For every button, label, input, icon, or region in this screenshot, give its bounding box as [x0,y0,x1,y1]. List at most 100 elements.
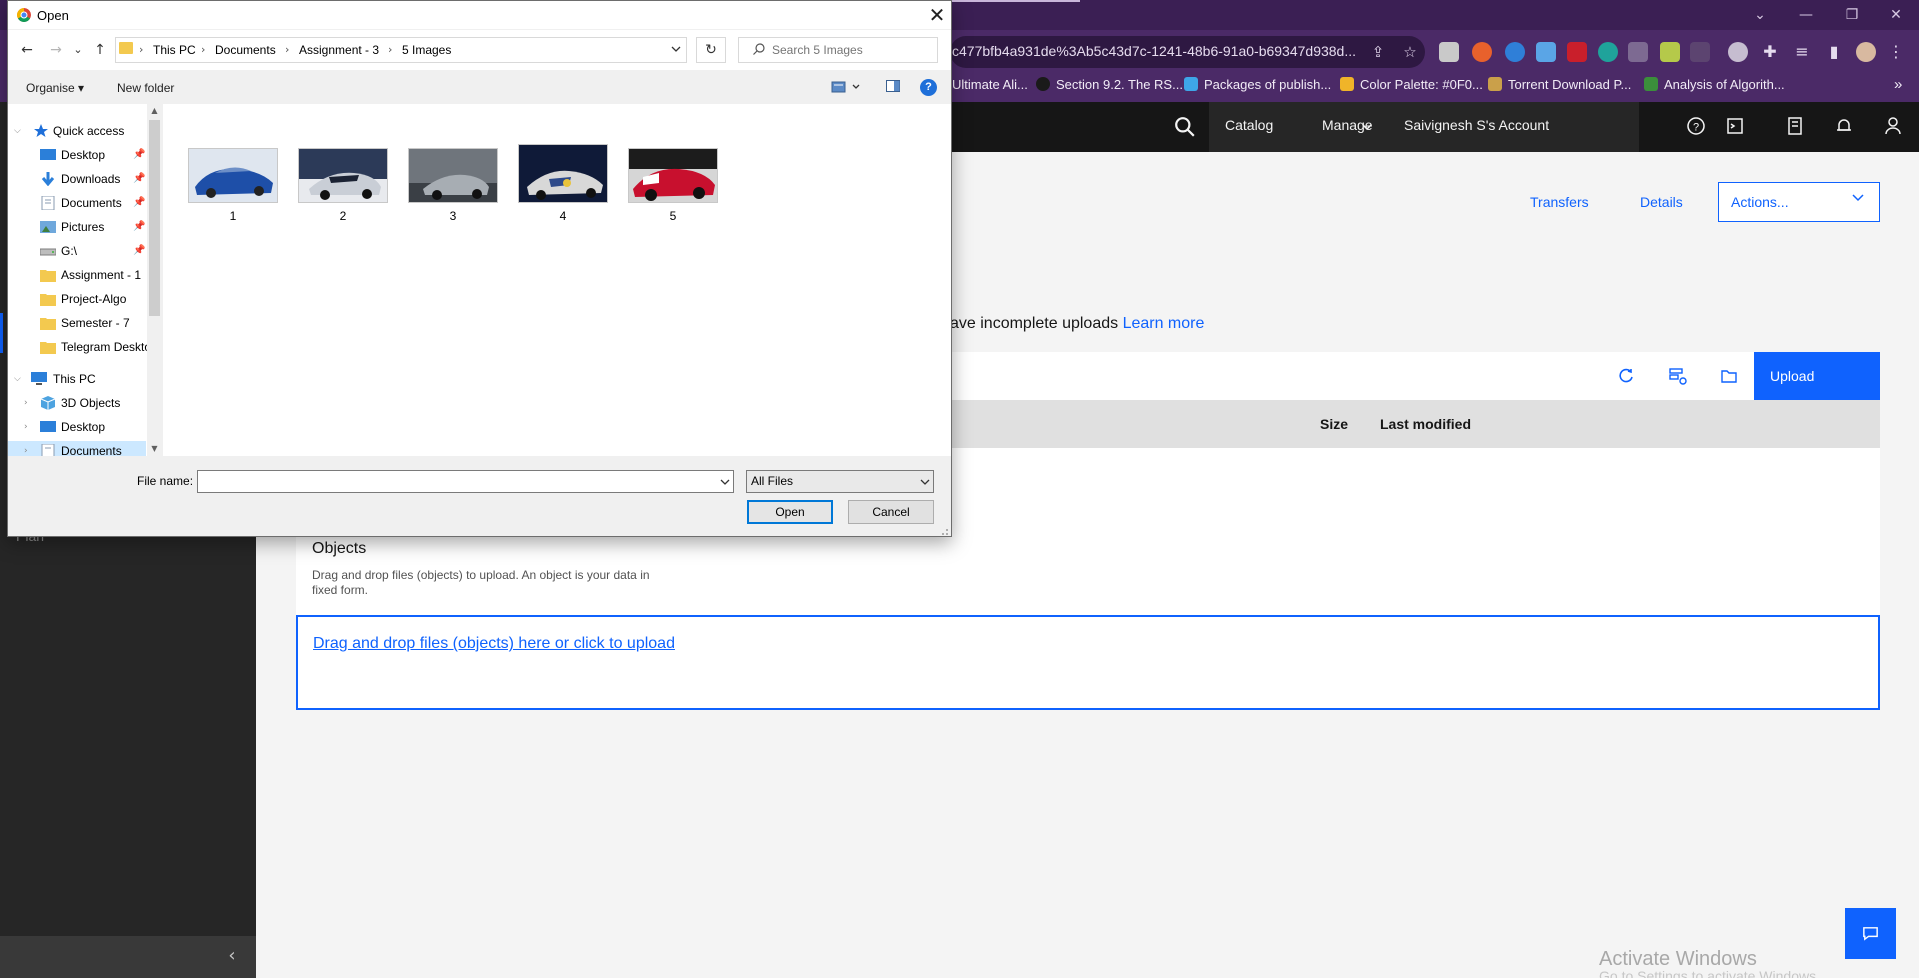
image-thumbnail[interactable] [628,148,718,203]
notifications-icon[interactable] [1834,116,1854,136]
bookmark-item[interactable]: Packages of publish... [1184,74,1331,96]
open-button[interactable]: Open [747,500,833,524]
chevron-down-icon[interactable] [720,478,730,486]
breadcrumb-5-images[interactable]: 5 Images [402,43,451,57]
tree-item-pictures[interactable]: Pictures [61,217,104,237]
extension-icon[interactable] [1598,42,1618,62]
expand-arrow-icon[interactable]: › [24,446,34,456]
preview-pane-icon[interactable] [886,80,900,92]
tree-item-downloads[interactable]: Downloads [61,169,120,189]
chrome-menu-icon[interactable]: ⋮ [1884,40,1908,64]
extension-icon[interactable] [1439,42,1459,62]
bookmark-item[interactable]: Torrent Download P... [1488,74,1631,96]
breadcrumb-documents[interactable]: Documents [215,43,276,57]
scrollbar-thumb[interactable] [149,120,160,316]
extension-icon[interactable] [1472,42,1492,62]
tree-item-quick-access[interactable]: Quick access [53,121,124,141]
tab-search-icon[interactable]: ⌄ [1737,4,1783,26]
new-folder-button[interactable]: New folder [117,81,174,95]
breadcrumb-this-pc[interactable]: This PC [153,43,196,57]
bookmark-item[interactable]: Analysis of Algorith... [1644,74,1785,96]
chat-button[interactable] [1845,908,1896,959]
expand-arrow-icon[interactable]: › [24,398,34,408]
bookmark-star-icon[interactable]: ☆ [1399,41,1421,63]
extension-icon[interactable] [1728,42,1748,62]
tree-item-assignment-1[interactable]: Assignment - 1 [61,265,141,285]
side-panel-icon[interactable]: ▮ [1822,40,1846,64]
extension-icon[interactable] [1628,42,1648,62]
extension-icon[interactable] [1567,42,1587,62]
details-link[interactable]: Details [1640,194,1683,210]
tree-item-telegram-desktop[interactable]: Telegram Deskto [61,337,147,357]
recent-locations-icon[interactable]: ⌄ [72,41,84,59]
tree-item-this-pc[interactable]: This PC [53,369,96,389]
tree-item-desktop[interactable]: Desktop [61,417,105,437]
collapse-nav-icon[interactable]: ‹ [222,946,242,966]
image-thumbnail[interactable] [298,148,388,203]
account-switcher[interactable]: Saivignesh S's Account [1404,117,1549,133]
organise-menu[interactable]: Organise ▾ [26,81,84,95]
folder-icon[interactable] [1719,366,1739,386]
column-last-modified[interactable]: Last modified [1380,416,1471,432]
dialog-title-bar[interactable] [8,1,951,29]
reading-list-icon[interactable]: ≡ [1790,40,1814,64]
profile-avatar[interactable] [1856,42,1876,62]
refresh-button[interactable]: ↻ [696,37,726,63]
tree-item-semester-7[interactable]: Semester - 7 [61,313,130,333]
tree-item-desktop[interactable]: Desktop [61,145,105,165]
upload-button[interactable]: Upload [1754,352,1880,400]
refresh-icon[interactable] [1616,366,1636,386]
image-thumbnail[interactable] [408,148,498,203]
forward-icon[interactable]: → [47,41,65,59]
chevron-down-icon[interactable] [671,44,681,54]
scroll-up-icon[interactable]: ▲ [149,106,160,118]
close-icon[interactable]: ✕ [926,4,948,26]
tree-item-g-drive[interactable]: G:\ [61,241,77,261]
up-folder-icon[interactable]: ↑ [91,41,109,59]
extension-icon[interactable] [1690,42,1710,62]
extensions-puzzle-icon[interactable]: ✚ [1758,40,1782,64]
column-size[interactable]: Size [1320,416,1348,432]
change-view-icon[interactable] [831,79,863,95]
tree-item-documents[interactable]: Documents [61,193,122,213]
back-icon[interactable]: ← [18,41,36,59]
restore-button[interactable]: ❐ [1829,4,1875,26]
scroll-down-icon[interactable]: ▼ [149,444,160,456]
resize-grip-icon[interactable] [937,524,949,536]
svg-text:?: ? [1693,122,1699,134]
minimize-button[interactable]: — [1783,4,1829,26]
expand-arrow-icon[interactable]: › [24,422,34,432]
address-bar-url[interactable]: c477bfb4a931de%3Ab5c43d7c-1241-48b6-91a0… [952,43,1357,61]
learn-more-link[interactable]: Learn more [1123,315,1205,332]
catalog-link[interactable]: Catalog [1225,117,1273,133]
extension-icon[interactable] [1505,42,1525,62]
search-input[interactable] [772,40,932,60]
bookmark-item[interactable]: Ultimate Ali... [952,74,1028,96]
cancel-button[interactable]: Cancel [848,500,934,524]
close-window-button[interactable]: ✕ [1873,4,1919,26]
extension-icon[interactable] [1660,42,1680,62]
share-icon[interactable]: ⇪ [1367,41,1389,63]
breadcrumb-assignment-3[interactable]: Assignment - 3 [299,43,379,57]
expand-chevron-icon[interactable]: ⌵ [14,374,24,384]
extension-icon[interactable] [1536,42,1556,62]
help-icon[interactable]: ? [1686,116,1706,136]
user-profile-icon[interactable] [1883,116,1903,136]
expand-chevron-icon[interactable]: ⌵ [14,126,24,136]
image-thumbnail[interactable] [518,144,608,203]
settings-table-icon[interactable] [1668,366,1688,386]
help-icon[interactable]: ? [920,79,937,96]
dropzone-link[interactable]: Drag and drop files (objects) here or cl… [313,635,675,653]
bookmark-item[interactable]: Color Palette: #0F0... [1340,74,1483,96]
cost-estimator-icon[interactable] [1785,116,1805,136]
file-name-input[interactable] [197,470,734,493]
more-bookmarks-icon[interactable]: » [1894,74,1902,96]
tree-item-3d-objects[interactable]: 3D Objects [61,393,120,413]
upload-dropzone[interactable] [296,615,1880,710]
image-thumbnail[interactable] [188,148,278,203]
transfers-link[interactable]: Transfers [1530,194,1589,210]
search-icon[interactable] [1174,116,1196,138]
cloud-shell-icon[interactable] [1725,116,1745,136]
tree-item-project-algo[interactable]: Project-Algo [61,289,126,309]
bookmark-item[interactable]: Section 9.2. The RS... [1036,74,1183,96]
